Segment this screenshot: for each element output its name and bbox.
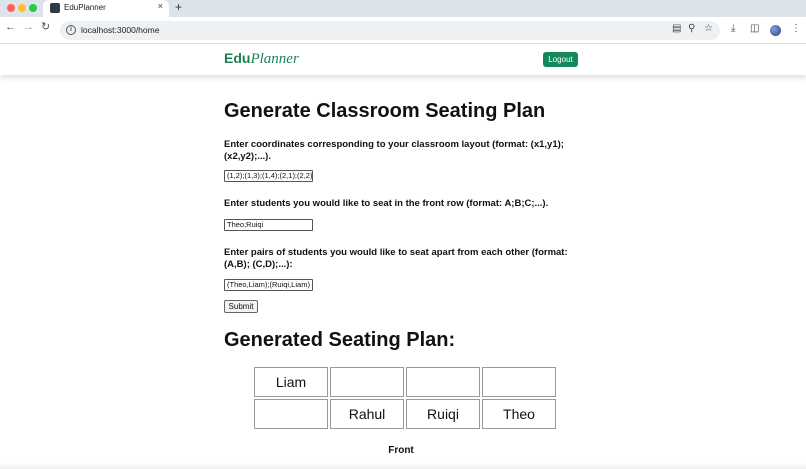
kebab-menu-icon[interactable]: ⋮ bbox=[791, 24, 801, 34]
forward-arrow-icon[interactable]: → bbox=[23, 22, 34, 33]
window-close-control[interactable] bbox=[7, 4, 15, 12]
address-bar[interactable]: i localhost:3000/home ▤ ⚲ ☆ bbox=[60, 21, 720, 40]
seat-cell bbox=[406, 367, 480, 397]
seating-grid: Liam Rahul Ruiqi Theo bbox=[254, 367, 556, 429]
browser-toolbar: ← → ↻ i localhost:3000/home ▤ ⚲ ☆ ⤓ ◫ ⋮ bbox=[0, 17, 806, 44]
browser-tab-bar: EduPlanner × + bbox=[0, 0, 806, 17]
page-title: Generate Classroom Seating Plan bbox=[224, 100, 546, 122]
new-tab-icon[interactable]: + bbox=[175, 1, 182, 13]
coordinates-label: Enter coordinates corresponding to your … bbox=[224, 139, 564, 162]
brand-part-edu: Edu bbox=[224, 50, 251, 66]
bookmark-star-icon[interactable]: ☆ bbox=[704, 24, 713, 34]
favicon-icon bbox=[50, 3, 60, 13]
tab-title: EduPlanner bbox=[64, 3, 106, 12]
url-text[interactable]: localhost:3000/home bbox=[81, 25, 159, 35]
front-label: Front bbox=[388, 445, 414, 456]
front-row-input[interactable]: Theo;Ruiqi bbox=[224, 219, 313, 231]
submit-button[interactable]: Submit bbox=[224, 300, 258, 313]
side-panel-icon[interactable]: ◫ bbox=[750, 24, 759, 34]
tab-close-icon[interactable]: × bbox=[158, 2, 163, 11]
brand-part-planner: Planner bbox=[250, 51, 299, 67]
brand-logo[interactable]: EduPlanner bbox=[224, 50, 299, 68]
cast-icon[interactable]: ▤ bbox=[672, 24, 681, 34]
seat-cell: Rahul bbox=[330, 399, 404, 429]
seat-cell bbox=[330, 367, 404, 397]
window-maximize-control[interactable] bbox=[29, 4, 37, 12]
front-row-label: Enter students you would like to seat in… bbox=[224, 198, 549, 209]
zoom-icon[interactable]: ⚲ bbox=[688, 24, 695, 34]
app-header: EduPlanner Logout bbox=[0, 44, 806, 75]
logout-button[interactable]: Logout bbox=[543, 52, 578, 67]
apart-pairs-input[interactable]: (Theo,Liam);(Ruiqi,Liam) bbox=[224, 279, 313, 291]
browser-tab[interactable]: EduPlanner × bbox=[43, 0, 169, 17]
seat-cell: Liam bbox=[254, 367, 328, 397]
back-arrow-icon[interactable]: ← bbox=[5, 22, 16, 33]
seating-plan-title: Generated Seating Plan: bbox=[224, 329, 456, 351]
site-info-icon[interactable]: i bbox=[66, 25, 76, 35]
footer-shadow bbox=[0, 462, 806, 469]
profile-avatar[interactable] bbox=[770, 25, 781, 36]
download-icon[interactable]: ⤓ bbox=[731, 24, 735, 34]
seat-cell: Theo bbox=[482, 399, 556, 429]
reload-icon[interactable]: ↻ bbox=[41, 22, 50, 33]
apart-pairs-label: Enter pairs of students you would like t… bbox=[224, 247, 568, 270]
seat-cell bbox=[254, 399, 328, 429]
coordinates-input[interactable]: (1,2);(1,3);(1,4);(2,1);(2,2);(2,3);(2,4… bbox=[224, 170, 313, 182]
seat-cell bbox=[482, 367, 556, 397]
seat-cell: Ruiqi bbox=[406, 399, 480, 429]
window-minimize-control[interactable] bbox=[18, 4, 26, 12]
